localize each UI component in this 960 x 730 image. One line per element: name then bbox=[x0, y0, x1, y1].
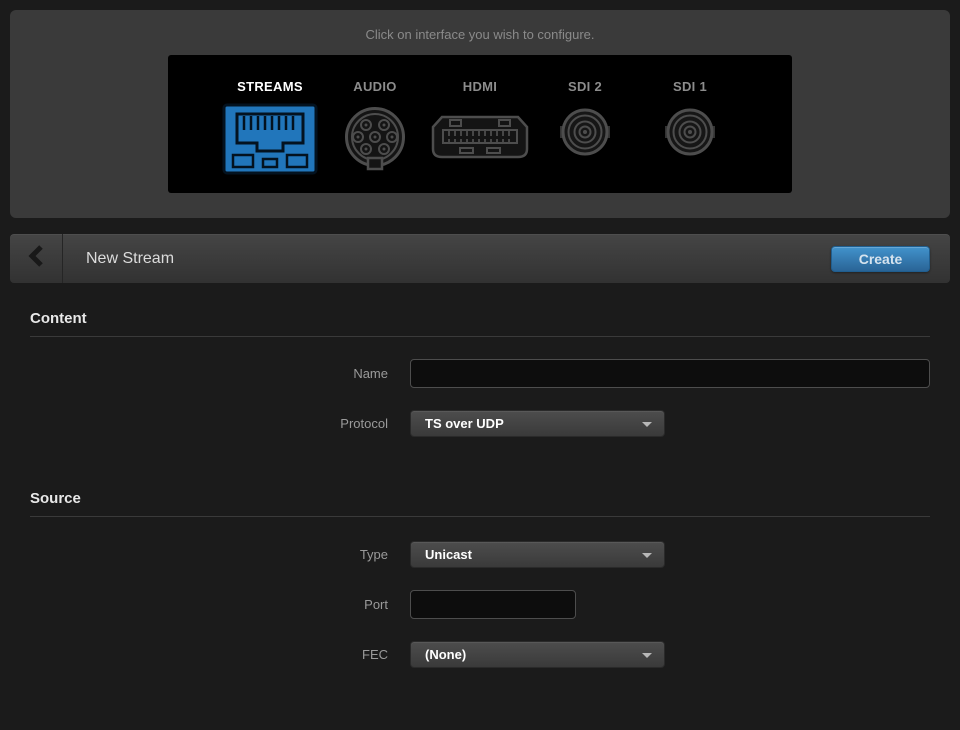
chevron-left-icon bbox=[28, 244, 44, 273]
interface-sdi1[interactable]: SDI 1 bbox=[638, 55, 743, 193]
interface-hdmi[interactable]: HDMI bbox=[428, 55, 533, 193]
configure-hint: Click on interface you wish to configure… bbox=[10, 10, 950, 42]
name-row: Name bbox=[30, 359, 930, 388]
caret-down-icon bbox=[642, 653, 652, 658]
streams-label: STREAMS bbox=[237, 79, 303, 94]
ethernet-rj45-icon bbox=[222, 94, 318, 184]
interface-streams[interactable]: STREAMS bbox=[218, 55, 323, 193]
caret-down-icon bbox=[642, 422, 652, 427]
bnc-connector-icon bbox=[560, 94, 610, 184]
audio-label: AUDIO bbox=[353, 79, 396, 94]
interface-sdi2[interactable]: SDI 2 bbox=[533, 55, 638, 193]
device-rear-strip: STREAMS AUDIO bbox=[168, 55, 792, 193]
protocol-select-value: TS over UDP bbox=[425, 416, 504, 431]
create-button[interactable]: Create bbox=[831, 246, 930, 272]
stream-toolbar: New Stream Create bbox=[10, 234, 950, 283]
stream-form: Content Name Protocol TS over UDP Source… bbox=[0, 310, 960, 668]
page-title: New Stream bbox=[63, 250, 831, 268]
type-label: Type bbox=[30, 547, 410, 562]
bnc-connector-icon bbox=[665, 94, 715, 184]
port-row: Port bbox=[30, 590, 930, 619]
sdi1-label: SDI 1 bbox=[673, 79, 707, 94]
fec-select-value: (None) bbox=[425, 647, 466, 662]
content-section-title: Content bbox=[30, 310, 930, 337]
caret-down-icon bbox=[642, 553, 652, 558]
protocol-row: Protocol TS over UDP bbox=[30, 410, 930, 437]
interface-audio[interactable]: AUDIO bbox=[323, 55, 428, 193]
hdmi-connector-icon bbox=[430, 94, 530, 184]
type-select-value: Unicast bbox=[425, 547, 472, 562]
source-section-title: Source bbox=[30, 490, 930, 517]
din-audio-connector-icon bbox=[343, 94, 407, 184]
name-input[interactable] bbox=[410, 359, 930, 388]
interface-panel: Click on interface you wish to configure… bbox=[10, 10, 950, 218]
sdi2-label: SDI 2 bbox=[568, 79, 602, 94]
fec-label: FEC bbox=[30, 647, 410, 662]
fec-row: FEC (None) bbox=[30, 641, 930, 668]
port-label: Port bbox=[30, 597, 410, 612]
type-select[interactable]: Unicast bbox=[410, 541, 665, 568]
port-input[interactable] bbox=[410, 590, 576, 619]
protocol-label: Protocol bbox=[30, 416, 410, 431]
fec-select[interactable]: (None) bbox=[410, 641, 665, 668]
protocol-select[interactable]: TS over UDP bbox=[410, 410, 665, 437]
name-label: Name bbox=[30, 366, 410, 381]
back-button[interactable] bbox=[10, 234, 63, 283]
type-row: Type Unicast bbox=[30, 541, 930, 568]
hdmi-label: HDMI bbox=[463, 79, 497, 94]
